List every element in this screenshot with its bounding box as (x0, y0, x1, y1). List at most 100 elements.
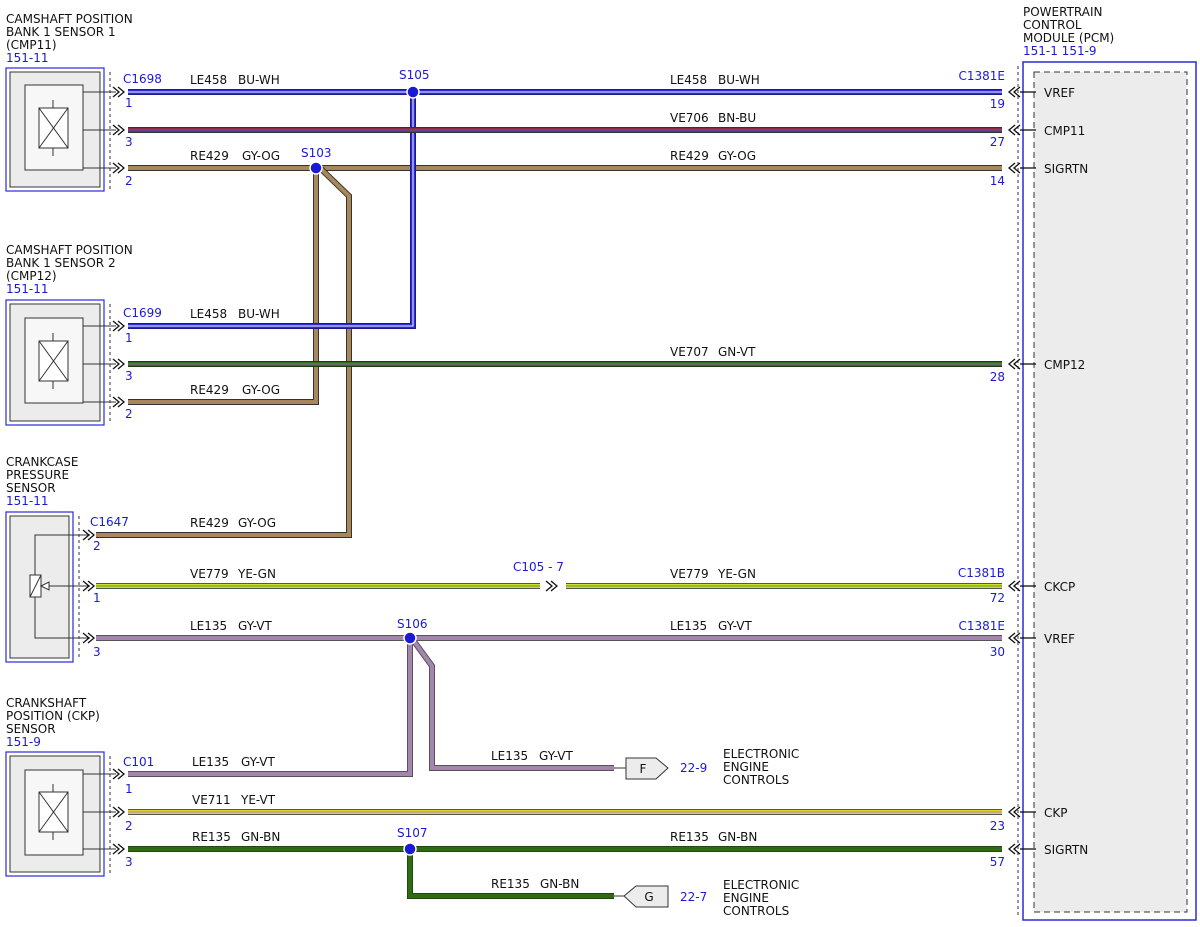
wire-label-le135-circuit-r: LE135 (670, 619, 707, 633)
ckp-title-3: SENSOR (6, 722, 56, 736)
pcm-label-cmp11: CMP11 (1044, 124, 1085, 138)
inline-connector-c105: C105 - 7 (513, 560, 564, 574)
offpage-g-dest-1: ELECTRONIC (723, 878, 799, 892)
wire-label-re135-circuit-2: RE135 (491, 877, 530, 891)
offpage-f-letter: F (640, 762, 647, 776)
pcm-label-sigrtn-1: SIGRTN (1044, 162, 1088, 176)
cmp11-sensor (5, 67, 116, 192)
ckp-pin-3: 3 (125, 855, 133, 869)
pcm-pin-28: 28 (990, 370, 1005, 384)
cmp12-title-2: BANK 1 SENSOR 2 (6, 256, 116, 270)
connector-c1381e-lower: C1381E (959, 619, 1006, 633)
pcm-label-vref-2: VREF (1044, 632, 1075, 646)
connector-c1698: C1698 (123, 72, 162, 86)
ckp-sensor (5, 751, 116, 877)
offpage-f-dest-1: ELECTRONIC (723, 747, 799, 761)
wire-label-le458-circuit: LE458 (190, 73, 227, 87)
ckp-ref: 151-9 (6, 735, 41, 749)
connector-c1381e-top: C1381E (959, 69, 1006, 83)
pcm-pin-19: 19 (990, 97, 1005, 111)
wire-label-re135-color-2: GN-BN (540, 877, 579, 891)
splice-s106: S106 (397, 617, 428, 631)
wires (96, 89, 1002, 899)
cmp12-pin-3: 3 (125, 369, 133, 383)
cmp11-title-1: CAMSHAFT POSITION (6, 12, 133, 26)
pcm-title-1: POWERTRAIN (1023, 5, 1103, 19)
wire-label-le135-circuit-3: LE135 (491, 749, 528, 763)
wire-label-le135-circuit: LE135 (190, 619, 227, 633)
pcm-pin-57: 57 (990, 855, 1005, 869)
wire-label-re429-circuit-3: RE429 (190, 516, 229, 530)
connector-c1647: C1647 (90, 515, 129, 529)
wire-label-ve779-color: YE-GN (237, 567, 276, 581)
wire-label-le458-circuit-r: LE458 (670, 73, 707, 87)
splice-s103: S103 (301, 146, 332, 160)
cmp11-pin-1: 1 (125, 96, 133, 110)
pcm-pin-14: 14 (990, 174, 1005, 188)
ckp-title-2: POSITION (CKP) (6, 709, 100, 723)
cmp11-title-3: (CMP11) (6, 38, 57, 52)
ccp-pin-1: 1 (93, 591, 101, 605)
pcm-pin-72: 72 (990, 591, 1005, 605)
splice-s105: S105 (399, 68, 430, 82)
wire-label-ve711-circuit: VE711 (192, 793, 231, 807)
wire-label-ve779-color-r: YE-GN (717, 567, 756, 581)
wire-label-re429-color-2: GY-OG (242, 383, 280, 397)
ccp-ref: 151-11 (6, 494, 49, 508)
wire-label-re429-circuit: RE429 (190, 149, 229, 163)
wire-label-re429-circuit-r: RE429 (670, 149, 709, 163)
cmp11-title-2: BANK 1 SENSOR 1 (6, 25, 116, 39)
cmp11-pin-3: 3 (125, 135, 133, 149)
wire-label-ve707-circuit: VE707 (670, 345, 709, 359)
wire-label-re135-color: GN-BN (241, 830, 280, 844)
cmp11-pin-2: 2 (125, 174, 133, 188)
wire-label-re135-circuit-r: RE135 (670, 830, 709, 844)
offpage-f-ref: 22-9 (680, 761, 707, 775)
wire-label-ve706-color: BN-BU (718, 111, 756, 125)
ckp-title-1: CRANKSHAFT (6, 696, 87, 710)
offpage-g-ref: 22-7 (680, 890, 707, 904)
pcm-module (1017, 61, 1197, 921)
wire-label-le135-color-3: GY-VT (539, 749, 573, 763)
pcm-pin-23: 23 (990, 819, 1005, 833)
offpage-g-letter: G (644, 890, 653, 904)
cmp12-ref: 151-11 (6, 282, 49, 296)
wiring-diagram: F G CAMSHAFT POSITION BANK 1 SENSOR 1 (C… (5, 5, 1197, 921)
cmp12-pin-1: 1 (125, 331, 133, 345)
ckp-pin-2: 2 (125, 819, 133, 833)
splice-s107: S107 (397, 826, 428, 840)
pcm-title-3: MODULE (PCM) (1023, 31, 1114, 45)
splice-s107-dot (403, 842, 417, 856)
offpage-f-dest-2: ENGINE (723, 760, 769, 774)
wire-label-ve779-circuit: VE779 (190, 567, 229, 581)
wire-label-le135-color-2: GY-VT (241, 755, 275, 769)
pcm-title-2: CONTROL (1023, 18, 1082, 32)
wire-label-le135-color: GY-VT (238, 619, 272, 633)
connector-arrows (82, 86, 1036, 855)
ckp-pin-1: 1 (125, 782, 133, 796)
wire-label-le458-circuit-2: LE458 (190, 307, 227, 321)
wire-label-le458-color: BU-WH (238, 73, 280, 87)
splice-s106-dot (403, 631, 417, 645)
splice-dots (309, 85, 420, 856)
splice-s105-dot (406, 85, 420, 99)
wire-label-le458-color-r: BU-WH (718, 73, 760, 87)
cmp12-title-1: CAMSHAFT POSITION (6, 243, 133, 257)
pcm-label-ckcp: CKCP (1044, 580, 1075, 594)
wire-label-re429-color-r: GY-OG (718, 149, 756, 163)
cmp12-title-3: (CMP12) (6, 269, 57, 283)
connector-c101: C101 (123, 755, 154, 769)
offpage-g-dest-3: CONTROLS (723, 904, 789, 918)
wire-label-le458-color-2: BU-WH (238, 307, 280, 321)
ccp-title-2: PRESSURE (6, 468, 69, 482)
wire-label-ve711-color: YE-VT (240, 793, 276, 807)
wire-label-ve706-circuit: VE706 (670, 111, 709, 125)
pcm-label-sigrtn-2: SIGRTN (1044, 843, 1088, 857)
splice-s103-dot (309, 161, 323, 175)
offpage-connector-g: G (623, 885, 669, 908)
wire-label-ve707-color: GN-VT (718, 345, 756, 359)
wire-label-ve779-circuit-r: VE779 (670, 567, 709, 581)
pcm-pin-27: 27 (990, 135, 1005, 149)
cmp12-pin-2: 2 (125, 407, 133, 421)
wire-label-re429-color: GY-OG (242, 149, 280, 163)
